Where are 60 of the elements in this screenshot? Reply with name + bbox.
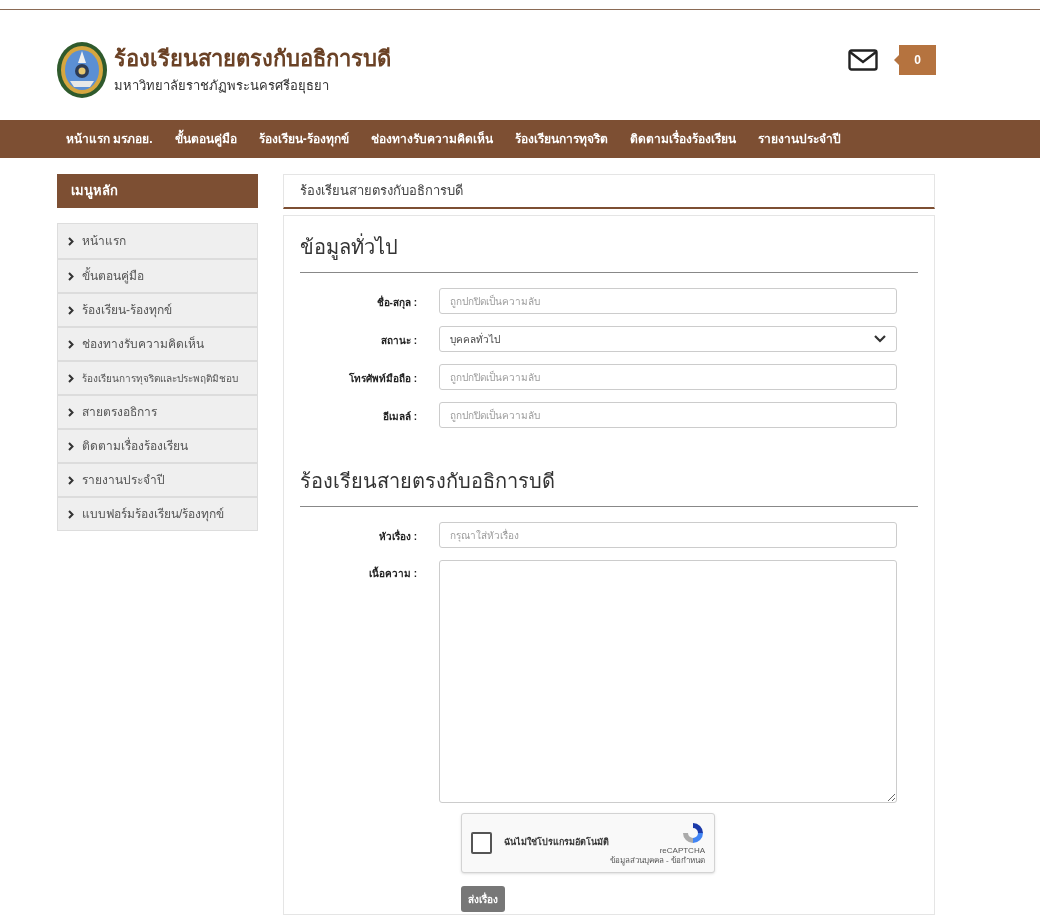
captcha-links: ข้อมูลส่วนบุคคล - ข้อกำหนด [609, 855, 705, 866]
submit-button[interactable]: ส่งเรื่อง [461, 886, 505, 912]
sidebar-item-label: ติดตามเรื่องร้องเรียน [82, 437, 188, 455]
sidebar-item[interactable]: สายตรงอธิการ [58, 394, 257, 428]
nav-link[interactable]: ช่องทางรับความคิดเห็น [370, 130, 493, 148]
sidebar-item-label: ช่องทางรับความคิดเห็น [82, 335, 204, 353]
nav-link[interactable]: รายงานประจำปี [757, 130, 841, 148]
chevron-icon [68, 339, 74, 349]
sidebar-item-label: แบบฟอร์มร้องเรียน/ร้องทุกข์ [82, 506, 225, 523]
university-emblem-icon [56, 41, 108, 99]
chevron-down-icon [874, 335, 886, 343]
sidebar-item-label: สายตรงอธิการ [82, 404, 157, 421]
nav-link[interactable]: ร้องเรียน-ร้องทุกข์ [258, 130, 349, 148]
sidebar-item-label: ขั้นตอนคู่มือ [82, 267, 144, 285]
chevron-icon [68, 236, 74, 246]
chevron-icon [68, 271, 74, 281]
captcha-checkbox[interactable] [471, 832, 493, 854]
sidebar-item[interactable]: ร้องเรียน-ร้องทุกข์ [58, 292, 257, 326]
field-label: ชื่อ-สกุล : [375, 294, 418, 310]
section-heading: ร้องเรียนสายตรงกับอธิการบดี [300, 470, 555, 492]
sidebar-item-label: หน้าแรก [82, 233, 126, 250]
field-label: หัวเรื่อง : [377, 528, 418, 544]
nav-link[interactable]: ติดตามเรื่องร้องเรียน [629, 130, 736, 148]
field-label: สถานะ : [379, 334, 418, 348]
input-field[interactable]: ถูกปกปิดเป็นความลับ [439, 288, 897, 314]
select-field[interactable]: บุคคลทั่วไป [439, 326, 897, 352]
input-field[interactable]: กรุณาใส่หัวเรื่อง [439, 522, 897, 548]
chevron-icon [68, 305, 74, 315]
site-subtitle: มหาวิทยาลัยราชภัฏพระนครศรีอยุธยา [114, 77, 330, 96]
sidebar-item[interactable]: รายงานประจำปี [58, 462, 257, 496]
input-field[interactable]: ถูกปกปิดเป็นความลับ [439, 364, 897, 390]
sidebar-item[interactable]: แบบฟอร์มร้องเรียน/ร้องทุกข์ [58, 496, 257, 530]
sidebar-item-label: ร้องเรียน-ร้องทุกข์ [82, 302, 172, 319]
chevron-icon [68, 441, 74, 451]
field-label: เนื้อความ : [367, 565, 418, 581]
chevron-icon [68, 407, 74, 417]
sidebar-item[interactable]: ช่องทางรับความคิดเห็น [58, 326, 257, 360]
sidebar-item[interactable]: ขั้นตอนคู่มือ [58, 258, 257, 292]
captcha-label: ฉันไม่ใช่โปรแกรมอัตโนมัติ [504, 836, 610, 850]
field-label: อีเมลล์ : [381, 410, 418, 424]
nav-link[interactable]: ขั้นตอนคู่มือ [174, 130, 237, 148]
message-count-badge: 0 [899, 45, 936, 75]
nav-link[interactable]: หน้าแรก มรภอย. [66, 130, 153, 148]
nav-link[interactable]: ร้องเรียนการทุจริต [514, 130, 608, 148]
captcha-brand: reCAPTCHA [659, 845, 705, 856]
sidebar-item-label: ร้องเรียนการทุจริตและประพฤติมิชอบ [82, 371, 238, 386]
chevron-icon [68, 509, 74, 519]
sidebar-item-label: รายงานประจำปี [82, 472, 165, 489]
breadcrumb-text: ร้องเรียนสายตรงกับอธิการบดี [300, 182, 463, 201]
sidebar-title: เมนูหลัก [71, 182, 118, 201]
sidebar-item[interactable]: ร้องเรียนการทุจริตและประพฤติมิชอบ [58, 360, 257, 394]
input-field[interactable]: ถูกปกปิดเป็นความลับ [439, 402, 897, 428]
chevron-icon [68, 373, 74, 383]
recaptcha-logo-icon [681, 820, 705, 845]
mail-icon[interactable] [848, 49, 878, 71]
chevron-icon [68, 475, 74, 485]
sidebar-item[interactable]: ติดตามเรื่องร้องเรียน [58, 428, 257, 462]
sidebar-item[interactable]: หน้าแรก [58, 224, 257, 258]
field-label: โทรศัพท์มือถือ : [347, 372, 418, 386]
site-title: ร้องเรียนสายตรงกับอธิการบดี [114, 44, 391, 72]
